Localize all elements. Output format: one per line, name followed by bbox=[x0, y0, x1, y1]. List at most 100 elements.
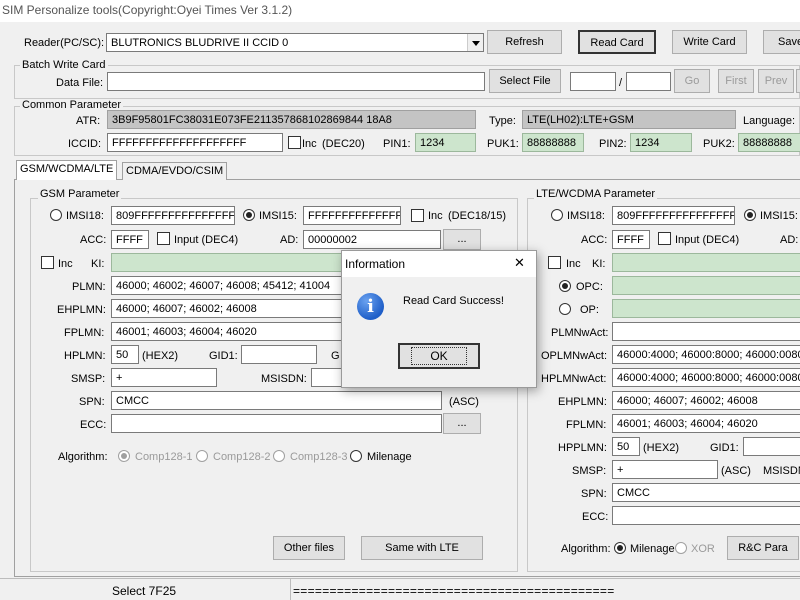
lte-alg-milenage-label: Milenage bbox=[630, 543, 675, 555]
rc-para-button[interactable]: R&C Para bbox=[727, 536, 799, 560]
lte-op-input[interactable] bbox=[612, 299, 800, 318]
gsm-ad-browse-button[interactable]: ... bbox=[443, 229, 481, 250]
read-card-button[interactable]: Read Card bbox=[578, 30, 656, 54]
write-card-button[interactable]: Write Card bbox=[672, 30, 747, 54]
go-button[interactable]: Go bbox=[674, 69, 710, 93]
gsm-ki-inc-label: Inc bbox=[58, 258, 73, 270]
lte-oplmnwact-input[interactable]: 46000:4000; 46000:8000; 46000:0080; 4 bbox=[612, 345, 800, 364]
iccid-input[interactable]: FFFFFFFFFFFFFFFFFFFF bbox=[107, 133, 283, 152]
puk2-input[interactable]: 88888888 bbox=[738, 133, 800, 152]
gsm-imsi-inc-checkbox[interactable] bbox=[411, 209, 424, 222]
pin1-input[interactable]: 1234 bbox=[415, 133, 476, 152]
batch-index-input[interactable] bbox=[570, 72, 616, 91]
reader-label: Reader(PC/SC): bbox=[24, 37, 105, 49]
lte-gid1-input[interactable] bbox=[743, 437, 800, 456]
chevron-down-icon[interactable] bbox=[467, 34, 483, 51]
reader-select[interactable]: BLUTRONICS BLUDRIVE II CCID 0 bbox=[106, 33, 484, 52]
gsm-ecc-input[interactable] bbox=[111, 414, 442, 433]
iccid-inc-label: Inc bbox=[302, 138, 317, 150]
gsm-ad-label: AD: bbox=[280, 234, 299, 246]
lte-ki-inc-checkbox[interactable] bbox=[548, 256, 561, 269]
iccid-label: ICCID: bbox=[68, 138, 101, 150]
refresh-button[interactable]: Refresh bbox=[487, 30, 562, 54]
lte-ehplmn-label: EHPLMN: bbox=[558, 396, 607, 408]
gsm-hplmn-input[interactable]: 50 bbox=[111, 345, 139, 364]
information-dialog: Information ✕ i Read Card Success! OK bbox=[341, 250, 537, 388]
lte-hpplmn-input[interactable]: 50 bbox=[612, 437, 640, 456]
puk1-label: PUK1: bbox=[487, 138, 519, 150]
gsm-input-dec4-checkbox[interactable] bbox=[157, 232, 170, 245]
lte-smsp-label: SMSP: bbox=[572, 465, 607, 477]
save-button[interactable]: Save bbox=[763, 30, 800, 54]
gsm-alg-comp128-2-label: Comp128-2 bbox=[213, 451, 271, 463]
gsm-smsp-input[interactable]: + bbox=[111, 368, 217, 387]
ok-button[interactable]: OK bbox=[398, 343, 480, 369]
next-button[interactable] bbox=[796, 69, 800, 93]
prev-button[interactable]: Prev bbox=[758, 69, 794, 93]
lte-plmnwact-label: PLMNwAct: bbox=[551, 327, 609, 339]
lte-ki-label: KI: bbox=[592, 258, 606, 270]
lte-alg-milenage-radio[interactable] bbox=[614, 542, 626, 554]
lte-group-title: LTE/WCDMA Parameter bbox=[534, 188, 657, 200]
gsm-imsi15-radio[interactable] bbox=[243, 209, 255, 221]
tab-cdma-evdo-csim[interactable]: CDMA/EVDO/CSIM bbox=[122, 162, 228, 180]
gsm-gid1-input[interactable] bbox=[241, 345, 317, 364]
dec20-label: (DEC20) bbox=[322, 138, 365, 150]
gsm-gid1-label: GID1: bbox=[209, 350, 238, 362]
lte-smsp-input[interactable]: + bbox=[612, 460, 718, 479]
lte-acc-label: ACC: bbox=[581, 234, 608, 246]
lte-algorithm-label: Algorithm: bbox=[561, 543, 611, 555]
data-file-input[interactable] bbox=[107, 72, 485, 91]
lte-alg-xor-radio[interactable] bbox=[675, 542, 687, 554]
gsm-imsi15-input[interactable]: FFFFFFFFFFFFFFF bbox=[303, 206, 401, 225]
gsm-ecc-browse-button[interactable]: ... bbox=[443, 413, 481, 434]
iccid-inc-checkbox[interactable] bbox=[288, 136, 301, 149]
lte-spn-input[interactable]: CMCC bbox=[612, 483, 800, 502]
status-divider bbox=[290, 578, 291, 600]
gsm-imsi18-input[interactable]: 809FFFFFFFFFFFFFFFF bbox=[111, 206, 235, 225]
select-file-button[interactable]: Select File bbox=[489, 69, 561, 93]
window-title: SIM Personalize tools(Copyright:Oyei Tim… bbox=[2, 3, 293, 17]
same-with-lte-button[interactable]: Same with LTE bbox=[361, 536, 483, 560]
lte-imsi15-radio[interactable] bbox=[744, 209, 756, 221]
pin2-input[interactable]: 1234 bbox=[630, 133, 692, 152]
gsm-msisdn-input[interactable] bbox=[311, 368, 343, 387]
lte-alg-xor-label: XOR bbox=[691, 543, 715, 555]
gsm-ki-inc-checkbox[interactable] bbox=[41, 256, 54, 269]
other-files-button[interactable]: Other files bbox=[273, 536, 345, 560]
gsm-ehplmn-label: EHPLMN: bbox=[57, 304, 106, 316]
gsm-acc-input[interactable]: FFFF bbox=[111, 230, 149, 249]
lte-opc-radio[interactable] bbox=[559, 280, 571, 292]
lte-plmnwact-input[interactable] bbox=[612, 322, 800, 341]
gsm-alg-comp128-1-radio[interactable] bbox=[118, 450, 130, 462]
puk1-input[interactable]: 88888888 bbox=[522, 133, 584, 152]
batch-total-input[interactable] bbox=[626, 72, 671, 91]
gsm-alg-milenage-radio[interactable] bbox=[350, 450, 362, 462]
lte-ecc-input[interactable] bbox=[612, 506, 800, 525]
gsm-alg-comp128-3-radio[interactable] bbox=[273, 450, 285, 462]
lte-opc-input[interactable] bbox=[612, 276, 800, 295]
gsm-ad-input[interactable]: 00000002 bbox=[303, 230, 441, 249]
lte-imsi18-input[interactable]: 809FFFFFFFFFFFFFFFF bbox=[612, 206, 735, 225]
lte-ki-input[interactable] bbox=[612, 253, 800, 272]
first-button[interactable]: First bbox=[718, 69, 754, 93]
status-progress-text: ========================================… bbox=[293, 584, 615, 598]
lte-acc-input[interactable]: FFFF bbox=[612, 230, 650, 249]
information-icon: i bbox=[357, 293, 384, 320]
lte-input-dec4-checkbox[interactable] bbox=[658, 232, 671, 245]
lte-fplmn-input[interactable]: 46001; 46003; 46004; 46020 bbox=[612, 414, 800, 433]
tab-gsm-wcdma-lte[interactable]: GSM/WCDMA/LTE bbox=[16, 160, 118, 180]
lte-ehplmn-input[interactable]: 46000; 46007; 46002; 46008 bbox=[612, 391, 800, 410]
gsm-spn-input[interactable]: CMCC bbox=[111, 391, 442, 410]
close-icon[interactable]: ✕ bbox=[514, 256, 525, 270]
gsm-alg-comp128-2-radio[interactable] bbox=[196, 450, 208, 462]
lte-spn-label: SPN: bbox=[581, 488, 607, 500]
gsm-hplmn-label: HPLMN: bbox=[64, 350, 106, 362]
lte-imsi18-radio[interactable] bbox=[551, 209, 563, 221]
gsm-imsi18-radio[interactable] bbox=[50, 209, 62, 221]
lte-op-radio[interactable] bbox=[559, 303, 571, 315]
puk2-label: PUK2: bbox=[703, 138, 735, 150]
lte-gid1-label: GID1: bbox=[710, 442, 739, 454]
lte-hplmnwact-input[interactable]: 46000:4000; 46000:8000; 46000:0080 bbox=[612, 368, 800, 387]
data-file-label: Data File: bbox=[56, 77, 104, 89]
